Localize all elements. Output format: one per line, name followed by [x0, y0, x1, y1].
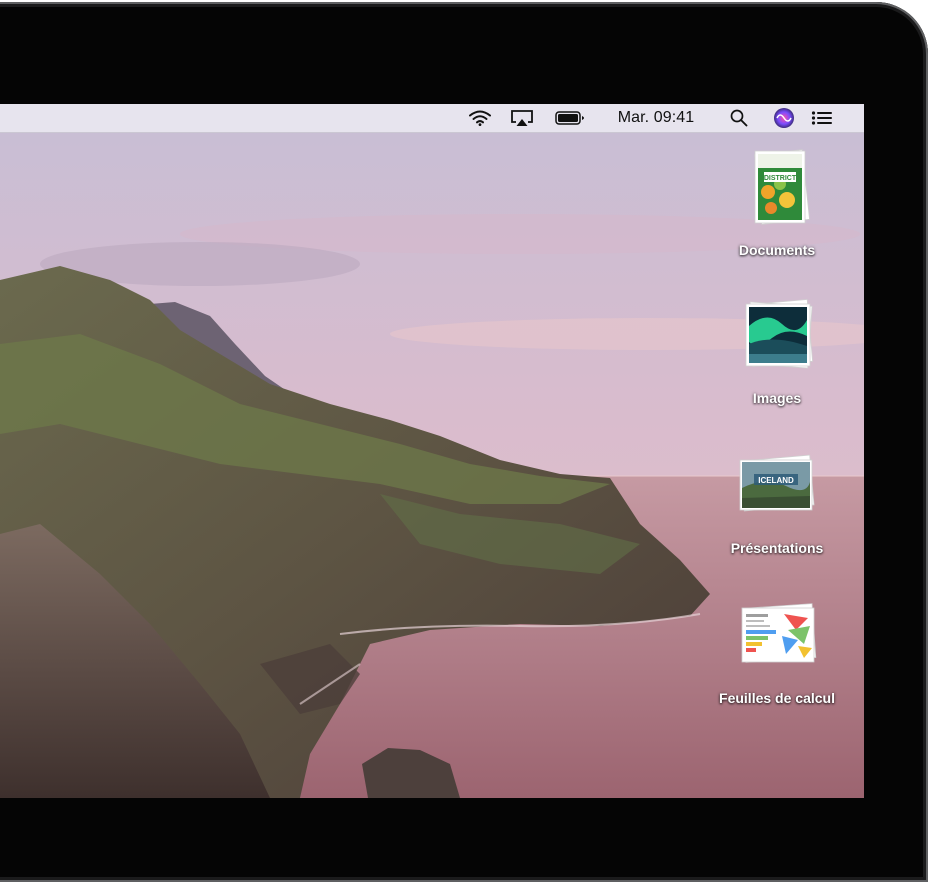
- menu-bar: Mar. 09:41: [0, 104, 864, 133]
- desktop-stack-documents[interactable]: DISTRICT Documents: [702, 148, 852, 268]
- wifi-icon[interactable]: [466, 104, 494, 132]
- desktop-stack-images[interactable]: Images: [702, 296, 852, 416]
- presentations-stack-icon: ICELAND: [739, 454, 815, 512]
- images-stack-icon: [745, 299, 814, 369]
- desktop-stack-spreadsheets[interactable]: Feuilles de calcul: [702, 596, 852, 716]
- svg-text:DISTRICT: DISTRICT: [764, 175, 797, 182]
- desktop-stack-presentations[interactable]: ICELAND Présentations: [702, 446, 852, 566]
- battery-icon[interactable]: [552, 104, 588, 132]
- stack-label-images: Images: [752, 390, 802, 406]
- notification-center-icon[interactable]: [808, 104, 836, 132]
- documents-stack-icon: DISTRICT: [754, 149, 810, 225]
- spotlight-search-icon[interactable]: [726, 104, 752, 132]
- stack-label-documents: Documents: [738, 242, 816, 258]
- desktop-screen: Mar. 09:41 DISTRICT Documents Images ICE…: [0, 104, 864, 798]
- menu-clock[interactable]: Mar. 09:41: [604, 104, 708, 132]
- spreadsheets-stack-icon: [741, 603, 817, 663]
- stack-label-presentations: Présentations: [730, 540, 824, 556]
- siri-icon[interactable]: [770, 104, 798, 132]
- stack-label-spreadsheets: Feuilles de calcul: [719, 690, 835, 706]
- svg-text:ICELAND: ICELAND: [758, 476, 794, 485]
- airplay-icon[interactable]: [508, 104, 536, 132]
